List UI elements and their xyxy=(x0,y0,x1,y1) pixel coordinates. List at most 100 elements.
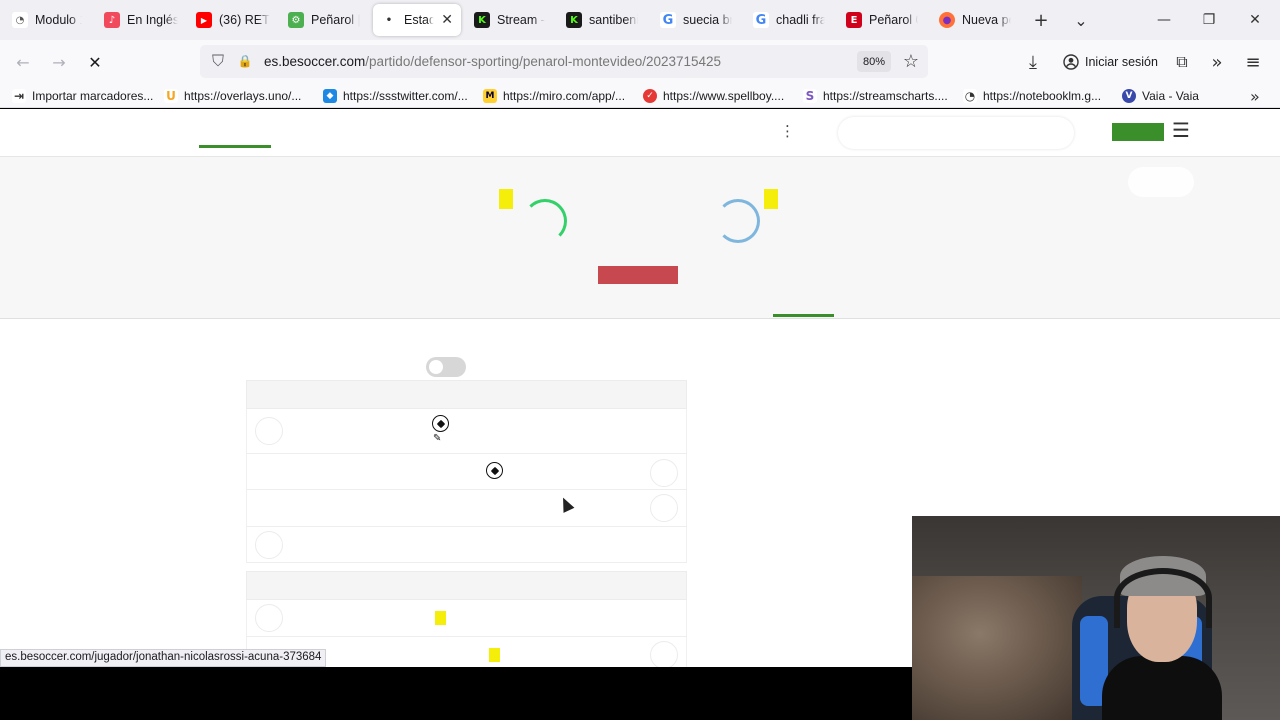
back-arrow-icon[interactable]: ← xyxy=(10,50,36,74)
overlays-icon: U xyxy=(164,89,178,103)
tab-santibeni[interactable]: K santibeni xyxy=(558,4,646,36)
app-menu-icon[interactable]: ≡ xyxy=(1240,50,1266,74)
streamscharts-icon: S xyxy=(803,89,817,103)
hamburger-menu-icon[interactable]: ☰ xyxy=(1172,118,1190,142)
screen: ◔ Modulo 1 ♪ En Inglés ▶ (36) RETO ⚙ Peñ… xyxy=(0,0,1280,720)
zoom-badge[interactable]: 80% xyxy=(857,51,891,72)
bookmark-import[interactable]: ⇥ Importar marcadores... xyxy=(12,88,153,104)
bookmark-label: https://notebooklm.g... xyxy=(983,89,1102,103)
loading-dot-icon: • xyxy=(381,12,397,28)
goal-ball-icon xyxy=(486,462,503,479)
bookmark-star-icon[interactable]: ☆ xyxy=(898,49,924,73)
tab-modulo[interactable]: ◔ Modulo 1 xyxy=(4,4,90,36)
event-row[interactable] xyxy=(246,600,687,637)
music-icon: ♪ xyxy=(104,12,120,28)
tab-suecia[interactable]: G suecia bra xyxy=(652,4,740,36)
tab-reto[interactable]: ▶ (36) RETO xyxy=(188,4,278,36)
tab-title: Estadís xyxy=(404,13,435,27)
match-header xyxy=(0,157,1280,319)
tab-penarol-0[interactable]: E Peñarol 0 xyxy=(838,4,926,36)
player-avatar xyxy=(650,641,678,667)
tab-title: Peñarol 0 xyxy=(869,13,918,27)
goal-ball-icon xyxy=(432,415,449,432)
player-avatar xyxy=(255,417,283,445)
bookmark-streamscharts[interactable]: S https://streamscharts.... xyxy=(803,88,948,104)
yellow-card-icon xyxy=(435,611,446,625)
bookmark-notebooklm[interactable]: ◔ https://notebooklm.g... xyxy=(963,88,1101,104)
tab-title: (36) RETO xyxy=(219,13,270,27)
tab-nueva-pestana[interactable]: ● Nueva pe xyxy=(931,4,1019,36)
event-row[interactable] xyxy=(246,527,687,563)
bookmarks-toolbar: ⇥ Importar marcadores... U https://overl… xyxy=(0,84,1280,108)
bookmark-vaia[interactable]: V Vaia - Vaia xyxy=(1122,88,1199,104)
tab-stream[interactable]: K Stream - xyxy=(466,4,554,36)
tab-title: chadli fra xyxy=(776,13,825,27)
tab-bar: ◔ Modulo 1 ♪ En Inglés ▶ (36) RETO ⚙ Peñ… xyxy=(0,0,1280,40)
login-button[interactable] xyxy=(1112,123,1164,141)
event-row[interactable] xyxy=(246,490,687,527)
vaia-icon: V xyxy=(1122,89,1136,103)
close-tab-icon[interactable]: ✕ xyxy=(441,12,453,28)
bookmark-overlays[interactable]: U https://overlays.uno/... xyxy=(164,88,301,104)
bookmark-spellboy[interactable]: ✓ https://www.spellboy.... xyxy=(643,88,784,104)
tab-estadisticas[interactable]: • Estadís ✕ xyxy=(373,4,461,36)
yellow-card-icon xyxy=(764,189,778,209)
webcam-headset xyxy=(1114,568,1212,628)
yellow-card-icon xyxy=(499,189,513,209)
player-avatar xyxy=(650,459,678,487)
extensions-icon[interactable]: ⧉ xyxy=(1169,50,1195,74)
url-path: /partido/defensor-sporting/penarol-monte… xyxy=(365,54,722,69)
yellow-card-icon xyxy=(489,648,500,662)
shield-icon[interactable]: ⛉ xyxy=(205,49,231,73)
bookmark-label: https://www.spellboy.... xyxy=(663,89,785,103)
list-tabs-chevron-icon[interactable]: ⌄ xyxy=(1069,8,1093,32)
bookmark-label: https://streamscharts.... xyxy=(823,89,948,103)
event-row[interactable]: ✎ xyxy=(246,409,687,454)
webcam-overlay xyxy=(912,516,1280,720)
bookmarks-overflow-icon[interactable]: » xyxy=(1250,87,1260,106)
events-section-header xyxy=(246,380,687,409)
firefox-icon: ● xyxy=(939,12,955,28)
url-domain: es.besoccer.com xyxy=(264,54,366,69)
bookmark-label: https://overlays.uno/... xyxy=(184,89,302,103)
header-pill-button[interactable] xyxy=(1128,167,1194,197)
minimize-button[interactable]: — xyxy=(1146,6,1182,34)
tab-title: Modulo 1 xyxy=(35,13,82,27)
search-input[interactable] xyxy=(838,117,1074,149)
player-avatar xyxy=(650,494,678,522)
bookmark-miro[interactable]: M https://miro.com/app/... xyxy=(483,88,625,104)
signin-button[interactable]: Iniciar sesión xyxy=(1055,46,1161,78)
navigation-bar: ← → ✕ ⛉ 🔒 es.besoccer.com/partido/defens… xyxy=(0,40,1280,84)
match-events-list: ✎ xyxy=(246,380,687,667)
account-icon xyxy=(1063,54,1079,70)
black-bar xyxy=(0,667,912,720)
restore-button[interactable]: ❐ xyxy=(1191,6,1227,34)
bookmark-ssstwitter[interactable]: ◆ https://ssstwitter.com/... xyxy=(323,88,468,104)
url-bar[interactable]: ⛉ 🔒 es.besoccer.com/partido/defensor-spo… xyxy=(200,45,928,78)
event-row[interactable] xyxy=(246,454,687,490)
active-tab-underline xyxy=(773,314,834,317)
events-section-header xyxy=(246,571,687,600)
new-tab-button[interactable]: + xyxy=(1029,8,1053,32)
tab-en-ingles[interactable]: ♪ En Inglés xyxy=(96,4,186,36)
tab-title: Nueva pe xyxy=(962,13,1011,27)
import-icon: ⇥ xyxy=(12,89,26,103)
kick-icon: K xyxy=(566,12,582,28)
more-tools-icon[interactable]: » xyxy=(1204,50,1230,74)
ssstwitter-icon: ◆ xyxy=(323,89,337,103)
gear-icon: ⚙ xyxy=(288,12,304,28)
tab-penarol[interactable]: ⚙ Peñarol | xyxy=(280,4,368,36)
forward-arrow-icon[interactable]: → xyxy=(46,50,72,74)
status-link-preview: es.besoccer.com/jugador/jonathan-nicolas… xyxy=(0,649,327,667)
url-text[interactable]: es.besoccer.com/partido/defensor-sportin… xyxy=(264,54,721,69)
lock-icon[interactable]: 🔒 xyxy=(232,49,258,73)
download-icon[interactable]: ⤓ xyxy=(1020,50,1046,74)
events-toggle[interactable] xyxy=(426,357,466,377)
tab-chadli[interactable]: G chadli fra xyxy=(745,4,833,36)
kebab-menu-icon[interactable]: ⋮ xyxy=(780,122,795,140)
stop-loading-icon[interactable]: ✕ xyxy=(82,50,108,74)
tab-title: santibeni xyxy=(589,13,638,27)
toggle-knob xyxy=(429,360,443,374)
window-close-button[interactable]: ✕ xyxy=(1237,6,1273,34)
webcam-person-body xyxy=(1102,656,1222,720)
